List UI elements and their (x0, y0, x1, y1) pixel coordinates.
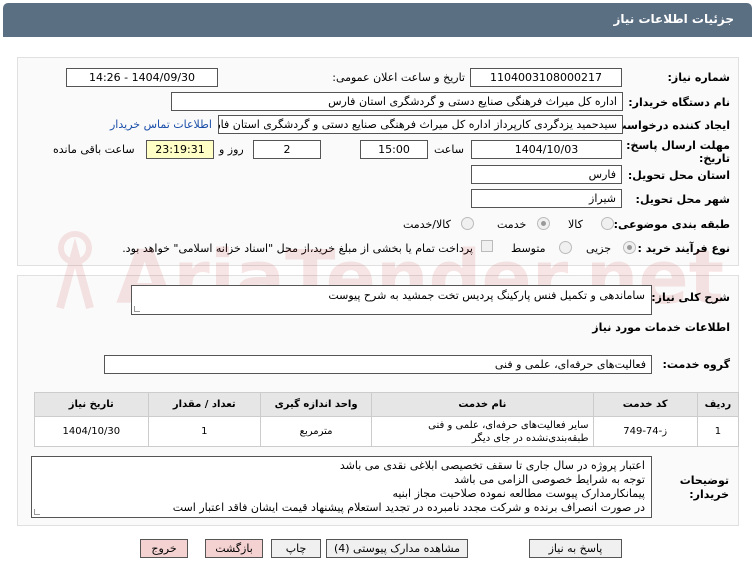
request-creator-field[interactable]: سیدحمید یزدگردی کارپرداز اداره کل میراث … (218, 115, 623, 134)
resize-grip-icon[interactable] (34, 509, 40, 515)
col-quantity: تعداد / مقدار (147, 392, 261, 417)
treasury-payment-checkbox[interactable] (481, 240, 493, 252)
cell-service-name: سایر فعالیت‌های حرفه‌ای، علمی و فنی طبقه… (371, 416, 594, 447)
announce-date-label: تاریخ و ساعت اعلان عمومی: (332, 71, 465, 84)
category-radio-goods-service[interactable] (461, 217, 474, 230)
deadline-label: مهلت ارسال پاسخ: تا (614, 139, 730, 152)
category-option-service: خدمت (497, 218, 527, 231)
table-header-row: ردیف کد خدمت نام خدمت واحد اندازه گیری ت… (34, 392, 740, 417)
need-description-field[interactable]: ساماندهی و تکمیل فنس پارکینگ پردیس تخت ج… (131, 285, 652, 315)
category-radio-goods[interactable] (601, 217, 614, 230)
cell-need-date: 1404/10/30 (34, 416, 149, 447)
resize-grip-icon[interactable] (134, 306, 140, 312)
process-type-label: نوع فرآیند خرید : (637, 242, 730, 255)
need-description-text: ساماندهی و تکمیل فنس پارکینگ پردیس تخت ج… (328, 289, 645, 302)
need-description-label: شرح کلی نیاز: (651, 291, 730, 304)
deadline-time-field[interactable]: 15:00 (360, 140, 428, 159)
service-group-field[interactable]: فعالیت‌های حرفه‌ای، علمی و فنی (104, 355, 652, 374)
city-label: شهر محل تحویل: (635, 193, 730, 206)
process-radio-minor[interactable] (623, 241, 636, 254)
cell-row-number: 1 (696, 416, 740, 447)
buyer-notes-label-2: خریدار: (689, 488, 729, 501)
need-info-panel (17, 57, 739, 266)
col-service-name: نام خدمت (371, 392, 594, 417)
cell-service-code: ز-74-749 (592, 416, 698, 447)
col-service-code: کد خدمت (592, 392, 698, 417)
category-label: طبقه بندی موضوعی: (613, 218, 730, 231)
buyer-note-line: اعتبار پروژه در سال جاری تا سقف تخصیصی ا… (339, 459, 645, 472)
buyer-notes-field[interactable]: اعتبار پروژه در سال جاری تا سقف تخصیصی ا… (31, 456, 652, 518)
deadline-time-label: ساعت (434, 143, 464, 156)
buyer-note-line: توجه به شرایط خصوصی الزامی می باشد (454, 473, 645, 486)
service-group-label: گروه خدمت: (662, 358, 730, 371)
view-attachments-button[interactable]: مشاهده مدارک پیوستی (4) (326, 539, 468, 558)
deadline-date-label: تاریخ: (698, 152, 730, 165)
process-option-medium: متوسط (511, 242, 546, 255)
remaining-time-field: 23:19:31 (146, 140, 214, 159)
buyer-note-line: پیمانکارمدارک پیوست مطالعه نموده صلاحیت … (392, 487, 645, 500)
page-title: جزئیات اطلاعات نیاز (613, 12, 734, 26)
buyer-contact-link[interactable]: اطلاعات تماس خریدار (110, 118, 212, 131)
process-option-minor: جزیی (586, 242, 612, 255)
col-row-number: ردیف (696, 392, 740, 417)
process-radio-medium[interactable] (559, 241, 572, 254)
cell-quantity: 1 (147, 416, 261, 447)
page-header: جزئیات اطلاعات نیاز (3, 3, 752, 37)
category-radio-service[interactable] (537, 217, 550, 230)
reply-to-need-button[interactable]: پاسخ به نیاز (529, 539, 622, 558)
cell-unit: مترمربع (259, 416, 373, 447)
need-number-label: شماره نیاز: (667, 71, 730, 84)
days-label: روز و (219, 143, 244, 156)
announce-date-field[interactable]: 1404/09/30 - 14:26 (66, 68, 218, 87)
back-button[interactable]: بازگشت (205, 539, 263, 558)
days-remaining-field[interactable]: 2 (253, 140, 321, 159)
table-row[interactable]: 1 ز-74-749 سایر فعالیت‌های حرفه‌ای، علمی… (34, 416, 740, 447)
category-option-goods-service: کالا/خدمت (403, 218, 451, 231)
col-unit: واحد اندازه گیری (259, 392, 373, 417)
col-need-date: تاریخ نیاز (34, 392, 149, 417)
province-field[interactable]: فارس (471, 165, 622, 184)
print-button[interactable]: چاپ (271, 539, 321, 558)
remaining-time-label: ساعت باقی مانده (53, 143, 135, 156)
city-field[interactable]: شیراز (471, 189, 622, 208)
services-table: ردیف کد خدمت نام خدمت واحد اندازه گیری ت… (34, 392, 740, 447)
exit-button[interactable]: خروج (140, 539, 188, 558)
services-section-title: اطلاعات خدمات مورد نیاز (592, 321, 730, 334)
need-number-field[interactable]: 1104003108000217 (470, 68, 622, 87)
buyer-notes-label: توضیحات (679, 474, 729, 487)
treasury-payment-note: پرداخت تمام یا بخشی از مبلغ خرید،از محل … (122, 242, 473, 255)
buyer-note-line: در صورت انصراف برنده و شرکت مجدد نامبرده… (172, 501, 645, 514)
province-label: استان محل تحویل: (627, 169, 730, 182)
deadline-date-field[interactable]: 1404/10/03 (471, 140, 622, 159)
buyer-name-field[interactable]: اداره کل میراث فرهنگی صنایع دستی و گردشگ… (171, 92, 623, 111)
buyer-name-label: نام دستگاه خریدار: (628, 96, 730, 109)
request-creator-label: ایجاد کننده درخواست: (611, 119, 730, 132)
category-option-goods: کالا (568, 218, 583, 231)
